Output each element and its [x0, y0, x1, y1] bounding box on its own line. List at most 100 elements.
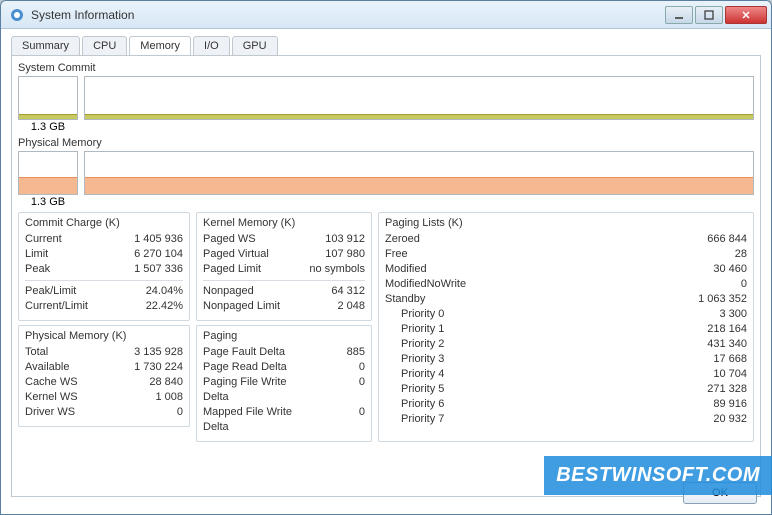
cc-curlimit-v: 22.42% [123, 299, 183, 314]
km-pv-l: Paged Virtual [203, 247, 305, 262]
commit-small-value: 1.3 GB [18, 121, 78, 133]
window-title: System Information [31, 8, 663, 22]
pl-p5-v: 271 328 [687, 382, 747, 397]
commit-charge-title: Commit Charge (K) [25, 217, 183, 229]
pg-title: Paging [203, 330, 365, 342]
pl-mnw-l: ModifiedNoWrite [385, 277, 687, 292]
pl-zeroed-v: 666 844 [687, 232, 747, 247]
pl-mod-l: Modified [385, 262, 687, 277]
km-npl-v: 2 048 [305, 299, 365, 314]
pm-total-v: 3 135 928 [123, 345, 183, 360]
tab-strip: Summary CPU Memory I/O GPU [11, 36, 761, 56]
tab-summary[interactable]: Summary [11, 36, 80, 55]
tab-memory[interactable]: Memory [129, 36, 191, 55]
km-np-v: 64 312 [305, 284, 365, 299]
pg-pfw-l: Paging File Write Delta [203, 375, 305, 405]
km-pl-l: Paged Limit [203, 262, 305, 277]
pg-prd-l: Page Read Delta [203, 360, 305, 375]
tab-io[interactable]: I/O [193, 36, 230, 55]
commit-small-graph [18, 76, 78, 120]
km-pv-v: 107 980 [305, 247, 365, 262]
pg-mfw-v: 0 [305, 405, 365, 435]
app-icon [9, 7, 25, 23]
pl-p0-l: Priority 0 [385, 307, 687, 322]
minimize-button[interactable] [665, 6, 693, 24]
pl-p3-v: 17 668 [687, 352, 747, 367]
pg-pfd-l: Page Fault Delta [203, 345, 305, 360]
pm-kernel-l: Kernel WS [25, 390, 123, 405]
kernel-memory-group: Kernel Memory (K) Paged WS103 912 Paged … [196, 212, 372, 321]
pm-cache-v: 28 840 [123, 375, 183, 390]
cc-peak-l: Peak [25, 262, 123, 277]
pl-p7-l: Priority 7 [385, 412, 687, 427]
pl-p6-l: Priority 6 [385, 397, 687, 412]
system-commit-label: System Commit [18, 62, 754, 74]
km-pws-l: Paged WS [203, 232, 305, 247]
system-commit-row: System Commit 1.3 GB [18, 62, 754, 133]
pl-p3-l: Priority 3 [385, 352, 687, 367]
km-np-l: Nonpaged [203, 284, 305, 299]
paging-group: Paging Page Fault Delta885 Page Read Del… [196, 325, 372, 442]
pl-p1-l: Priority 1 [385, 322, 687, 337]
commit-charge-group: Commit Charge (K) Current1 405 936 Limit… [18, 212, 190, 321]
pg-mfw-l: Mapped File Write Delta [203, 405, 305, 435]
pg-pfw-v: 0 [305, 375, 365, 405]
pl-p0-v: 3 300 [687, 307, 747, 322]
stats-area: Commit Charge (K) Current1 405 936 Limit… [18, 212, 754, 442]
pm-avail-l: Available [25, 360, 123, 375]
pm-driver-v: 0 [123, 405, 183, 420]
pg-pfd-v: 885 [305, 345, 365, 360]
cc-peaklimit-l: Peak/Limit [25, 284, 123, 299]
pm-kernel-v: 1 008 [123, 390, 183, 405]
physical-memory-row: Physical Memory 1.3 GB [18, 137, 754, 208]
content: Summary CPU Memory I/O GPU System Commit… [1, 29, 771, 514]
cc-peaklimit-v: 24.04% [123, 284, 183, 299]
pl-title: Paging Lists (K) [385, 217, 747, 229]
pl-p6-v: 89 916 [687, 397, 747, 412]
pl-free-l: Free [385, 247, 687, 262]
physical-small-value: 1.3 GB [18, 196, 78, 208]
pl-p4-l: Priority 4 [385, 367, 687, 382]
cc-limit-v: 6 270 104 [123, 247, 183, 262]
physical-small-graph [18, 151, 78, 195]
km-title: Kernel Memory (K) [203, 217, 365, 229]
km-pl-v: no symbols [305, 262, 365, 277]
pl-standby-l: Standby [385, 292, 687, 307]
window-buttons [663, 6, 767, 24]
pl-p1-v: 218 164 [687, 322, 747, 337]
cc-peak-v: 1 507 336 [123, 262, 183, 277]
km-npl-l: Nonpaged Limit [203, 299, 305, 314]
pl-p2-v: 431 340 [687, 337, 747, 352]
cc-limit-l: Limit [25, 247, 123, 262]
physical-large-graph [84, 151, 754, 195]
pm-driver-l: Driver WS [25, 405, 123, 420]
watermark: BESTWINSOFT.COM [544, 456, 772, 495]
pm-cache-l: Cache WS [25, 375, 123, 390]
tab-page: System Commit 1.3 GB Physical Memory [11, 55, 761, 497]
window: System Information Summary CPU Memory I/… [0, 0, 772, 515]
pg-prd-v: 0 [305, 360, 365, 375]
physical-memory-label: Physical Memory [18, 137, 754, 149]
maximize-button[interactable] [695, 6, 723, 24]
pl-p7-v: 20 932 [687, 412, 747, 427]
pl-standby-v: 1 063 352 [687, 292, 747, 307]
close-button[interactable] [725, 6, 767, 24]
pl-free-v: 28 [687, 247, 747, 262]
pl-p5-l: Priority 5 [385, 382, 687, 397]
pm-avail-v: 1 730 224 [123, 360, 183, 375]
cc-curlimit-l: Current/Limit [25, 299, 123, 314]
pm-total-l: Total [25, 345, 123, 360]
cc-current-v: 1 405 936 [123, 232, 183, 247]
physical-memory-group: Physical Memory (K) Total3 135 928 Avail… [18, 325, 190, 427]
paging-lists-group: Paging Lists (K) Zeroed666 844 Free28 Mo… [378, 212, 754, 442]
pl-zeroed-l: Zeroed [385, 232, 687, 247]
tab-gpu[interactable]: GPU [232, 36, 278, 55]
titlebar: System Information [1, 1, 771, 29]
cc-current-l: Current [25, 232, 123, 247]
pm-title: Physical Memory (K) [25, 330, 183, 342]
commit-large-graph [84, 76, 754, 120]
pl-mod-v: 30 460 [687, 262, 747, 277]
pl-mnw-v: 0 [687, 277, 747, 292]
tab-cpu[interactable]: CPU [82, 36, 127, 55]
pl-p4-v: 10 704 [687, 367, 747, 382]
